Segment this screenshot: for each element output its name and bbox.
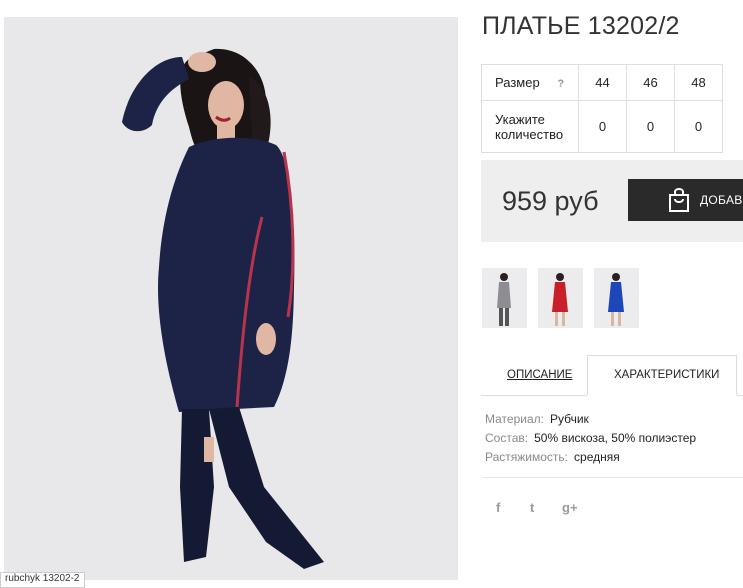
tab-characteristics-label: ХАРАКТЕРИСТИКИ: [614, 369, 720, 381]
product-main-photo[interactable]: [4, 17, 458, 580]
spec-value: средняя: [574, 450, 620, 464]
thumbnail-red[interactable]: [538, 268, 583, 328]
add-to-cart-label: ДОБАВИТЬ: [700, 193, 743, 207]
product-price: 959 руб: [502, 186, 599, 216]
quantity-input-46[interactable]: 0: [626, 100, 675, 153]
quantity-label-cell: Укажите количество: [481, 100, 579, 153]
size-44: 44: [578, 64, 627, 101]
tab-description-label: ОПИСАНИЕ: [507, 369, 573, 381]
product-tabs: ОПИСАНИЕ ХАРАКТЕРИСТИКИ: [481, 355, 743, 395]
quantity-row: Укажите количество 0 0 0: [481, 100, 723, 153]
facebook-icon[interactable]: f: [496, 500, 500, 515]
spec-key: Материал:: [485, 412, 544, 426]
twitter-icon[interactable]: t: [530, 500, 534, 515]
quantity-label-line1: Укажите: [495, 111, 545, 127]
divider: [483, 477, 743, 478]
spec-key: Растяжимость:: [485, 450, 569, 464]
shopping-bag-icon: [669, 188, 689, 212]
tab-characteristics[interactable]: ХАРАКТЕРИСТИКИ: [587, 355, 737, 395]
size-quantity-table: Размер ? 44 46 48 Укажите количество 0 0…: [481, 64, 723, 153]
tab-description[interactable]: ОПИСАНИЕ: [481, 355, 587, 395]
size-header-label: Размер: [495, 75, 540, 90]
model-in-dress-illustration: [4, 17, 458, 580]
size-help-icon[interactable]: ?: [557, 78, 564, 90]
spec-key: Состав:: [485, 431, 529, 445]
size-header-cell: Размер ?: [481, 64, 579, 101]
add-to-cart-button[interactable]: ДОБАВИТЬ: [628, 179, 743, 221]
red-dress-thumbnail-image: [552, 273, 568, 326]
size-header-row: Размер ? 44 46 48: [481, 64, 723, 101]
blue-dress-thumbnail-image: [608, 273, 624, 326]
quantity-input-48[interactable]: 0: [674, 100, 723, 153]
thumbnail-blue[interactable]: [594, 268, 639, 328]
quantity-input-44[interactable]: 0: [578, 100, 627, 153]
size-46: 46: [626, 64, 675, 101]
characteristics-list: Материал: Рубчик Состав: 50% вискоза, 50% …: [485, 410, 696, 467]
tab-underline-right: [737, 395, 743, 396]
tab-underline: [481, 395, 587, 396]
spec-row-material: Материал: Рубчик: [485, 410, 696, 429]
buy-panel: 959 руб ДОБАВИТЬ: [481, 160, 743, 242]
thumbnail-gray[interactable]: [482, 268, 527, 328]
spec-row-composition: Состав: 50% вискоза, 50% полиэстер: [485, 429, 696, 448]
product-title: ПЛАТЬЕ 13202/2: [482, 12, 680, 40]
spec-value: Рубчик: [549, 412, 589, 426]
size-48: 48: [674, 64, 723, 101]
photo-caption: rubchyk 13202-2: [0, 572, 85, 588]
gray-dress-thumbnail-image: [497, 273, 511, 326]
quantity-label-line2: количество: [495, 126, 564, 142]
google-plus-icon[interactable]: g+: [562, 500, 578, 515]
spec-value: 50% вискоза, 50% полиэстер: [534, 431, 697, 445]
spec-row-stretch: Растяжимость: средняя: [485, 448, 696, 467]
